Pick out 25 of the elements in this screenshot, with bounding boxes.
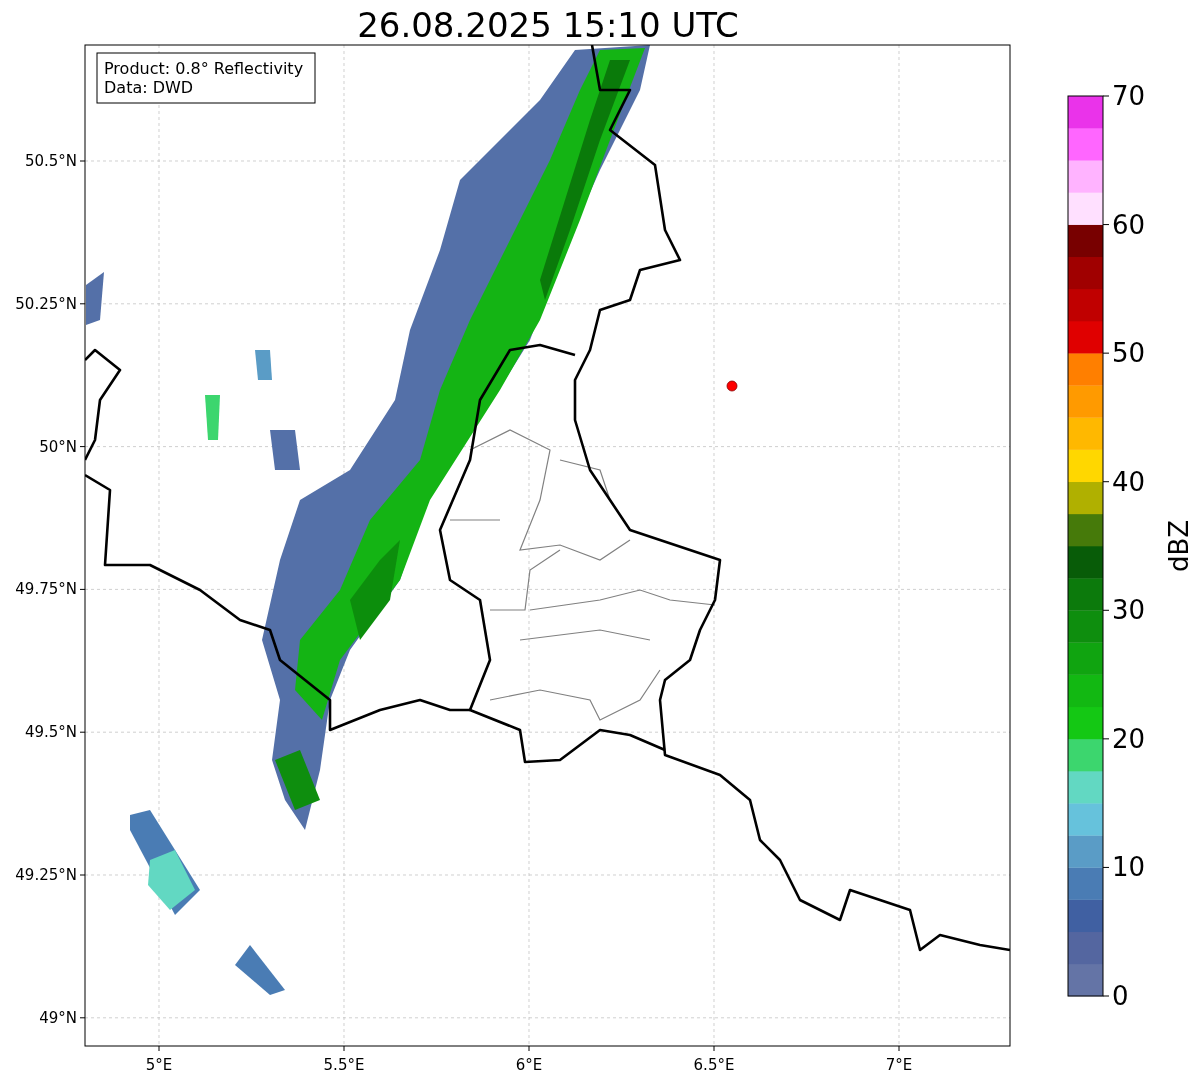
colorbar-label: dBZ (1164, 519, 1194, 573)
chart-title: 26.08.2025 15:10 UTC (357, 5, 739, 45)
colorbar-tick-label: 50 (1112, 338, 1146, 369)
axis-tick-label: 5.5°E (323, 1056, 365, 1074)
axis-tick-label: 50.25°N (15, 294, 77, 313)
axis-tick-label: 7°E (885, 1056, 913, 1074)
axis-tick-label: 6.5°E (693, 1056, 735, 1074)
axis-tick-label: 49.75°N (15, 580, 77, 599)
legend-text: Data: DWD (104, 78, 194, 97)
colorbar-tick-label: 30 (1112, 595, 1146, 626)
colorbar-tick-label: 40 (1112, 466, 1146, 497)
colorbar-tick-label: 10 (1112, 852, 1146, 883)
colorbar-tick-label: 20 (1112, 723, 1146, 754)
colorbar-tick-label: 60 (1112, 209, 1146, 240)
legend-text: Product: 0.8° Reflectivity (104, 59, 304, 78)
axis-tick-label: 6°E (515, 1056, 543, 1074)
axis-tick-label: 5°E (145, 1056, 173, 1074)
axis-tick-label: 49°N (39, 1008, 77, 1027)
axis-tick-label: 49.5°N (24, 723, 77, 742)
axis-tick-label: 50.5°N (24, 152, 77, 170)
axis-tick-label: 49.25°N (15, 866, 77, 884)
axis-tick-label: 50°N (39, 437, 77, 456)
location-marker (726, 380, 738, 392)
colorbar-tick-label: 0 (1112, 981, 1129, 1011)
colorbar-tick-label: 70 (1112, 81, 1146, 111)
